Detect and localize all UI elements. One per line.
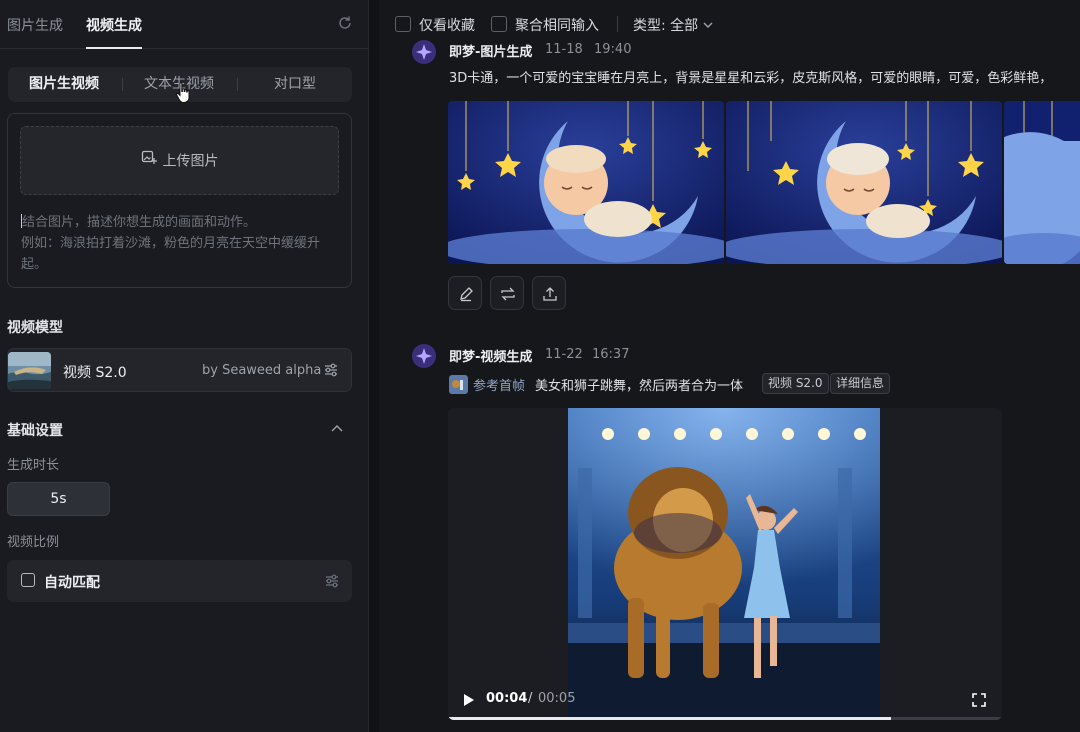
favorites-label[interactable]: 仅看收藏 xyxy=(419,15,475,35)
item1-image-grid xyxy=(448,101,1080,264)
item2-source: 即梦-视频生成 xyxy=(449,350,533,365)
progress-fill xyxy=(448,717,892,720)
time-separator: / xyxy=(528,691,533,706)
jimeng-avatar-icon xyxy=(412,40,436,64)
prompt-placeholder-line2: 例如：海浪拍打着沙滩，粉色的月亮在天空中缓缓升起。 xyxy=(21,236,321,272)
export-button[interactable] xyxy=(532,276,566,310)
upload-image-button[interactable]: 上传图片 xyxy=(20,126,339,195)
current-time: 00:04 xyxy=(486,691,528,706)
detail-info-tag[interactable]: 详细信息 xyxy=(830,373,891,394)
reference-frame-thumbnail[interactable] xyxy=(449,375,468,394)
refresh-icon[interactable] xyxy=(337,15,353,35)
mode-lip-sync[interactable]: 对口型 xyxy=(239,67,351,102)
generated-image-1[interactable] xyxy=(448,101,724,264)
prompt-placeholder-line1: 结合图片，描述你想生成的画面和动作。 xyxy=(22,215,257,230)
item1-prompt: 3D卡通，一个可爱的宝宝睡在月亮上，背景是星星和云彩，皮克斯风格，可爱的眼睛，可… xyxy=(449,71,1053,86)
jimeng-avatar-icon xyxy=(412,344,436,368)
duration-label: 生成时长 xyxy=(7,458,60,473)
basic-settings-title: 基础设置 xyxy=(7,423,63,439)
item2-prompt: 美女和狮子跳舞，然后两者合为一体 xyxy=(535,379,744,394)
ratio-value: 自动匹配 xyxy=(44,575,100,591)
divider xyxy=(617,16,618,32)
generated-image-2[interactable] xyxy=(726,101,1002,264)
tab-video-generation[interactable]: 视频生成 xyxy=(86,15,142,49)
prompt-box: 上传图片 结合图片，描述你想生成的画面和动作。 例如：海浪拍打着沙滩，粉色的月亮… xyxy=(7,113,352,288)
repeat-icon xyxy=(501,287,515,301)
video-controls: 00:04 / 00:05 xyxy=(448,680,1002,720)
hand-cursor-icon xyxy=(176,82,190,103)
item1-time: 19:40 xyxy=(594,42,632,57)
pencil-icon xyxy=(460,287,473,302)
model-section-title: 视频模型 xyxy=(7,320,63,336)
history-panel: 仅看收藏 聚合相同输入 类型: 全部 即梦-图片生成 11-18 19:40 3… xyxy=(379,0,1080,732)
ratio-selector[interactable]: 自动匹配 xyxy=(7,560,352,602)
upload-label: 上传图片 xyxy=(162,153,219,170)
generated-image-3[interactable] xyxy=(1004,101,1080,264)
settings-sliders-icon[interactable] xyxy=(323,362,339,382)
video-frame xyxy=(568,408,880,720)
edit-button[interactable] xyxy=(448,276,482,310)
tab-image-generation[interactable]: 图片生成 xyxy=(7,15,63,35)
model-tag: 视频 S2.0 xyxy=(762,373,829,394)
item2-date: 11-22 xyxy=(545,347,583,362)
regenerate-button[interactable] xyxy=(490,276,524,310)
video-player[interactable]: 00:04 / 00:05 xyxy=(448,408,1002,720)
left-panel: 图片生成 视频生成 图片生视频 文本生视频 对口型 上传图片 结合图片，描述你想… xyxy=(0,0,369,732)
divider xyxy=(237,78,238,91)
model-name: 视频 S2.0 xyxy=(63,365,127,381)
type-filter-label: 类型: 全部 xyxy=(633,18,699,34)
item2-time: 16:37 xyxy=(592,347,630,362)
image-upload-icon xyxy=(141,127,157,196)
mode-image-to-video[interactable]: 图片生视频 xyxy=(8,67,120,102)
chevron-up-icon[interactable] xyxy=(331,422,343,438)
model-thumbnail xyxy=(8,352,51,389)
aspect-ratio-icon xyxy=(21,573,35,587)
fullscreen-icon[interactable] xyxy=(972,693,986,711)
type-filter-dropdown[interactable]: 类型: 全部 xyxy=(633,15,713,35)
total-time: 00:05 xyxy=(538,691,576,706)
favorites-checkbox[interactable] xyxy=(395,16,411,32)
merge-inputs-label[interactable]: 聚合相同输入 xyxy=(515,15,599,35)
reference-frame-label: 参考首帧 xyxy=(473,379,526,394)
item1-source: 即梦-图片生成 xyxy=(449,45,533,60)
prompt-input[interactable]: 结合图片，描述你想生成的画面和动作。 例如：海浪拍打着沙滩，粉色的月亮在天空中缓… xyxy=(21,212,343,275)
model-provider: by Seaweed alpha xyxy=(202,363,322,378)
duration-button[interactable]: 5s xyxy=(7,482,110,516)
settings-sliders-icon[interactable] xyxy=(324,573,340,593)
play-icon[interactable] xyxy=(463,693,475,711)
item1-date: 11-18 xyxy=(545,42,583,57)
model-selector[interactable]: 视频 S2.0 by Seaweed alpha xyxy=(7,348,352,392)
chevron-down-icon xyxy=(703,22,713,28)
ratio-label: 视频比例 xyxy=(7,535,60,550)
merge-inputs-checkbox[interactable] xyxy=(491,16,507,32)
upload-icon xyxy=(543,287,557,301)
top-tabs: 图片生成 视频生成 xyxy=(0,0,369,49)
